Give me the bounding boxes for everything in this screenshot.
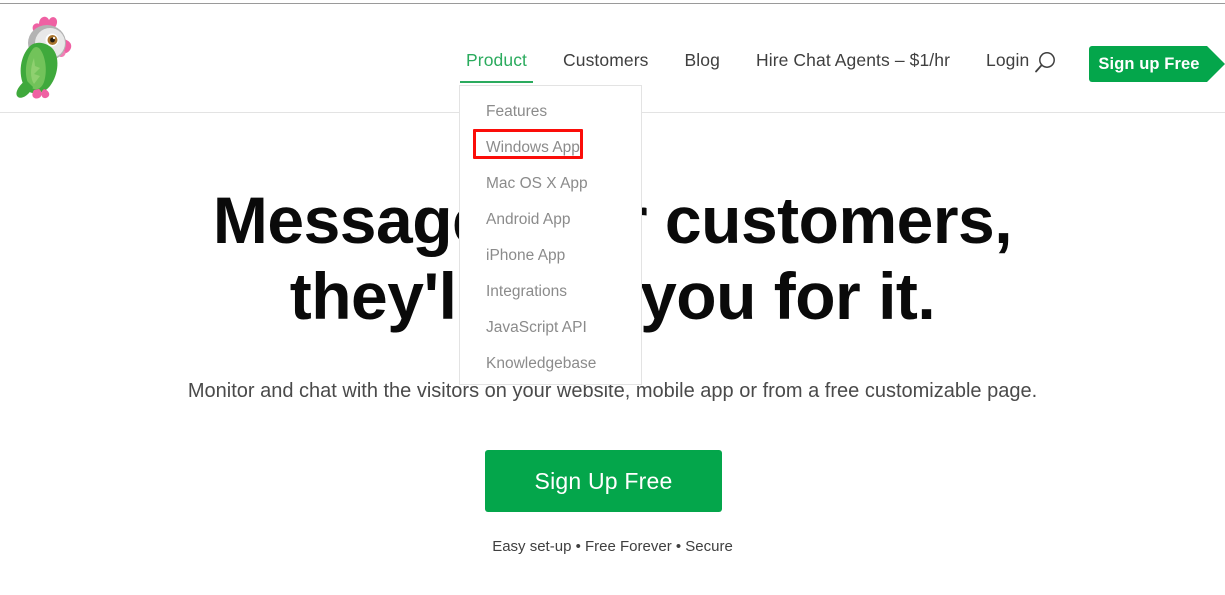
nav-item-login[interactable]: Login [986, 50, 1029, 83]
dropdown-item-android-app[interactable]: Android App [460, 202, 641, 238]
sign-up-free-button[interactable]: Sign Up Free [485, 450, 722, 512]
dropdown-item-integrations[interactable]: Integrations [460, 274, 641, 310]
nav-item-blog[interactable]: Blog [685, 50, 720, 83]
dropdown-item-javascript-api[interactable]: JavaScript API [460, 310, 641, 346]
dropdown-item-windows-app[interactable]: Windows App [460, 130, 641, 166]
dropdown-item-mac-os-x-app[interactable]: Mac OS X App [460, 166, 641, 202]
parrot-logo[interactable] [12, 12, 78, 106]
cta-note: Easy set-up • Free Forever • Secure [492, 538, 733, 555]
main-nav: Product Customers Blog Hire Chat Agents … [459, 50, 1029, 83]
signup-free-banner-button[interactable]: Sign up Free [1089, 46, 1225, 82]
nav-item-customers[interactable]: Customers [563, 50, 649, 83]
dropdown-item-knowledgebase[interactable]: Knowledgebase [460, 346, 641, 382]
signup-banner-label: Sign up Free [1098, 54, 1200, 73]
nav-item-hire-chat-agents[interactable]: Hire Chat Agents – $1/hr [756, 50, 950, 83]
product-dropdown-menu: Features Windows App Mac OS X App Androi… [459, 85, 642, 385]
dropdown-item-iphone-app[interactable]: iPhone App [460, 238, 641, 274]
nav-item-product[interactable]: Product [459, 50, 534, 83]
dropdown-item-features[interactable]: Features [460, 94, 641, 130]
search-icon[interactable] [1031, 49, 1059, 77]
